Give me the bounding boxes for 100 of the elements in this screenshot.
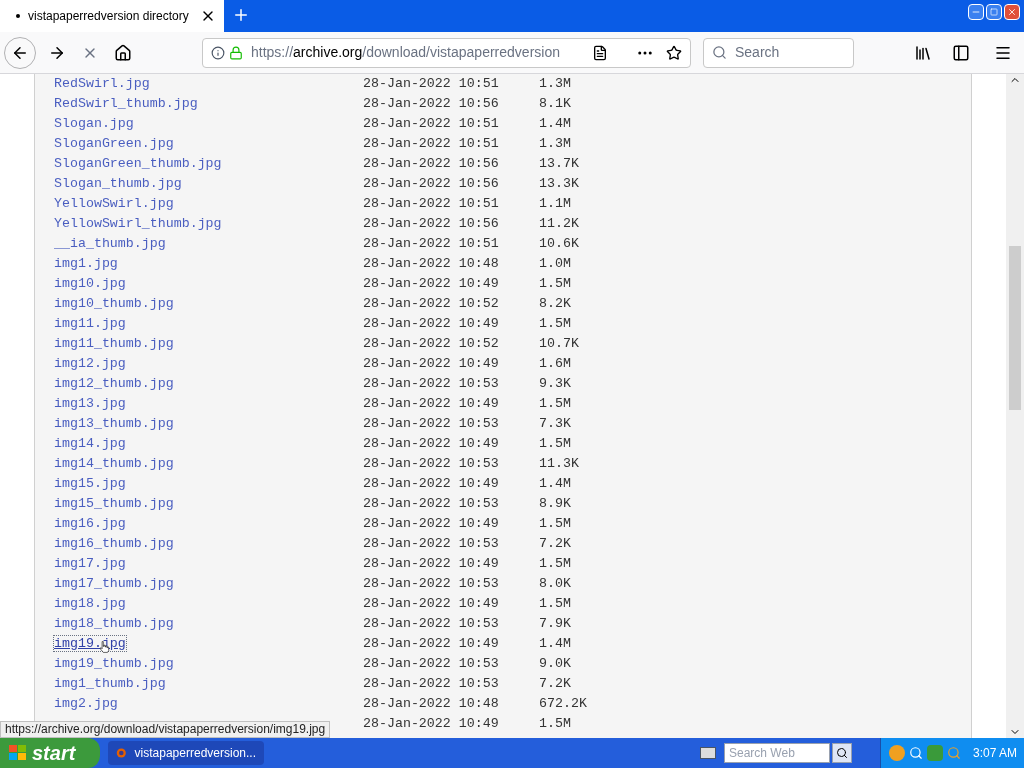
file-link[interactable]: img2.jpg	[54, 696, 118, 712]
minimize-button[interactable]	[968, 4, 984, 20]
file-date: 28-Jan-2022 10:48	[363, 695, 500, 714]
firefox-icon	[116, 746, 127, 760]
file-link[interactable]: img19_thumb.jpg	[54, 656, 174, 672]
file-link[interactable]: img14.jpg	[54, 436, 126, 452]
file-date: 28-Jan-2022 10:51	[363, 195, 500, 214]
search-icon	[712, 45, 727, 60]
file-size: 11.3K	[539, 455, 579, 474]
home-icon[interactable]	[114, 43, 132, 62]
file-link[interactable]: img16_thumb.jpg	[54, 536, 174, 552]
file-link[interactable]: __ia_thumb.jpg	[54, 236, 166, 252]
file-link[interactable]: SloganGreen_thumb.jpg	[54, 156, 222, 172]
file-link[interactable]: img14_thumb.jpg	[54, 456, 174, 472]
file-date: 28-Jan-2022 10:52	[363, 295, 500, 314]
file-date: 28-Jan-2022 10:56	[363, 215, 500, 234]
file-link[interactable]: img17.jpg	[54, 556, 126, 572]
keyboard-icon	[700, 747, 716, 759]
file-date: 28-Jan-2022 10:49	[363, 715, 500, 734]
file-date: 28-Jan-2022 10:51	[363, 115, 500, 134]
file-size: 1.6M	[539, 355, 571, 374]
tray-magnifier-icon[interactable]	[909, 746, 923, 760]
file-link[interactable]: img13.jpg	[54, 396, 126, 412]
file-link[interactable]: img17_thumb.jpg	[54, 576, 174, 592]
file-size: 13.3K	[539, 175, 579, 194]
file-link[interactable]: img13_thumb.jpg	[54, 416, 174, 432]
search-icon	[836, 747, 848, 759]
taskbar-task[interactable]: vistapaperredversion...	[108, 741, 264, 765]
file-date: 28-Jan-2022 10:53	[363, 375, 500, 394]
file-size: 13.7K	[539, 155, 579, 174]
file-date: 28-Jan-2022 10:56	[363, 95, 500, 114]
file-size: 1.5M	[539, 435, 571, 454]
file-date: 28-Jan-2022 10:53	[363, 535, 500, 554]
file-date: 28-Jan-2022 10:53	[363, 675, 500, 694]
file-size: 1.0M	[539, 255, 571, 274]
file-link[interactable]: img15.jpg	[54, 476, 126, 492]
close-icon	[1007, 7, 1017, 17]
file-date: 28-Jan-2022 10:56	[363, 155, 500, 174]
tab-title: vistapaperredversion directory	[28, 8, 190, 25]
file-date: 28-Jan-2022 10:53	[363, 415, 500, 434]
file-size: 1.3M	[539, 135, 571, 154]
file-date: 28-Jan-2022 10:49	[363, 555, 500, 574]
file-link[interactable]: img16.jpg	[54, 516, 126, 532]
file-link[interactable]: RedSwirl_thumb.jpg	[54, 96, 198, 112]
file-size: 1.4M	[539, 475, 571, 494]
library-icon[interactable]	[914, 43, 932, 62]
file-date: 28-Jan-2022 10:49	[363, 395, 500, 414]
info-icon[interactable]	[211, 45, 225, 60]
file-link[interactable]: img10_thumb.jpg	[54, 296, 174, 312]
file-date: 28-Jan-2022 10:53	[363, 575, 500, 594]
file-size: 10.7K	[539, 335, 579, 354]
scrollbar[interactable]	[1006, 74, 1024, 738]
file-link[interactable]: img11_thumb.jpg	[54, 336, 174, 352]
restore-button[interactable]	[986, 4, 1002, 20]
file-link[interactable]: Slogan_thumb.jpg	[54, 176, 182, 192]
file-link[interactable]: img1_thumb.jpg	[54, 676, 166, 692]
file-size: 1.5M	[539, 715, 571, 734]
file-date: 28-Jan-2022 10:51	[363, 235, 500, 254]
file-link[interactable]: img11.jpg	[54, 316, 126, 332]
close-button[interactable]	[1004, 4, 1020, 20]
file-size: 1.1M	[539, 195, 571, 214]
search-field[interactable]: Search	[703, 37, 854, 68]
scroll-thumb[interactable]	[1009, 246, 1021, 410]
file-link[interactable]: Slogan.jpg	[54, 116, 134, 132]
file-size: 7.9K	[539, 615, 571, 634]
bookmark-star-icon[interactable]	[666, 44, 682, 61]
file-size: 9.0K	[539, 655, 571, 674]
new-tab-icon[interactable]	[232, 6, 250, 24]
file-size: 8.0K	[539, 575, 571, 594]
file-link[interactable]: img18_thumb.jpg	[54, 616, 174, 632]
file-size: 1.5M	[539, 595, 571, 614]
file-date: 28-Jan-2022 10:53	[363, 455, 500, 474]
file-date: 28-Jan-2022 10:53	[363, 655, 500, 674]
web-search-button[interactable]	[832, 743, 852, 763]
file-link[interactable]: img10.jpg	[54, 276, 126, 292]
file-link[interactable]: img1.jpg	[54, 256, 118, 272]
file-date: 28-Jan-2022 10:49	[363, 435, 500, 454]
file-link[interactable]: img15_thumb.jpg	[54, 496, 174, 512]
reader-view-icon[interactable]	[592, 44, 608, 61]
file-link[interactable]: img12.jpg	[54, 356, 126, 372]
file-link[interactable]: img12_thumb.jpg	[54, 376, 174, 392]
file-link[interactable]: SloganGreen.jpg	[54, 136, 174, 152]
file-size: 1.3M	[539, 75, 571, 94]
file-link[interactable]: YellowSwirl.jpg	[54, 196, 174, 212]
file-link[interactable]: YellowSwirl_thumb.jpg	[54, 216, 222, 232]
file-link[interactable]: RedSwirl.jpg	[54, 76, 150, 92]
file-size: 1.5M	[539, 555, 571, 574]
address-bar[interactable]: https://archive.org/download/vistapaperredversion	[202, 37, 691, 68]
file-size: 8.2K	[539, 295, 571, 314]
start-button[interactable]: start	[0, 738, 100, 768]
file-date: 28-Jan-2022 10:56	[363, 175, 500, 194]
web-search-field[interactable]: Search Web	[724, 743, 830, 763]
file-date: 28-Jan-2022 10:49	[363, 515, 500, 534]
file-link[interactable]: img18.jpg	[54, 596, 126, 612]
browser-tab[interactable]: vistapaperredversion directory	[0, 0, 224, 32]
file-date: 28-Jan-2022 10:49	[363, 275, 500, 294]
file-size: 1.4M	[539, 635, 571, 654]
file-date: 28-Jan-2022 10:51	[363, 75, 500, 94]
sidebar-icon[interactable]	[952, 43, 970, 62]
file-link[interactable]: img19.jpg	[54, 636, 126, 652]
